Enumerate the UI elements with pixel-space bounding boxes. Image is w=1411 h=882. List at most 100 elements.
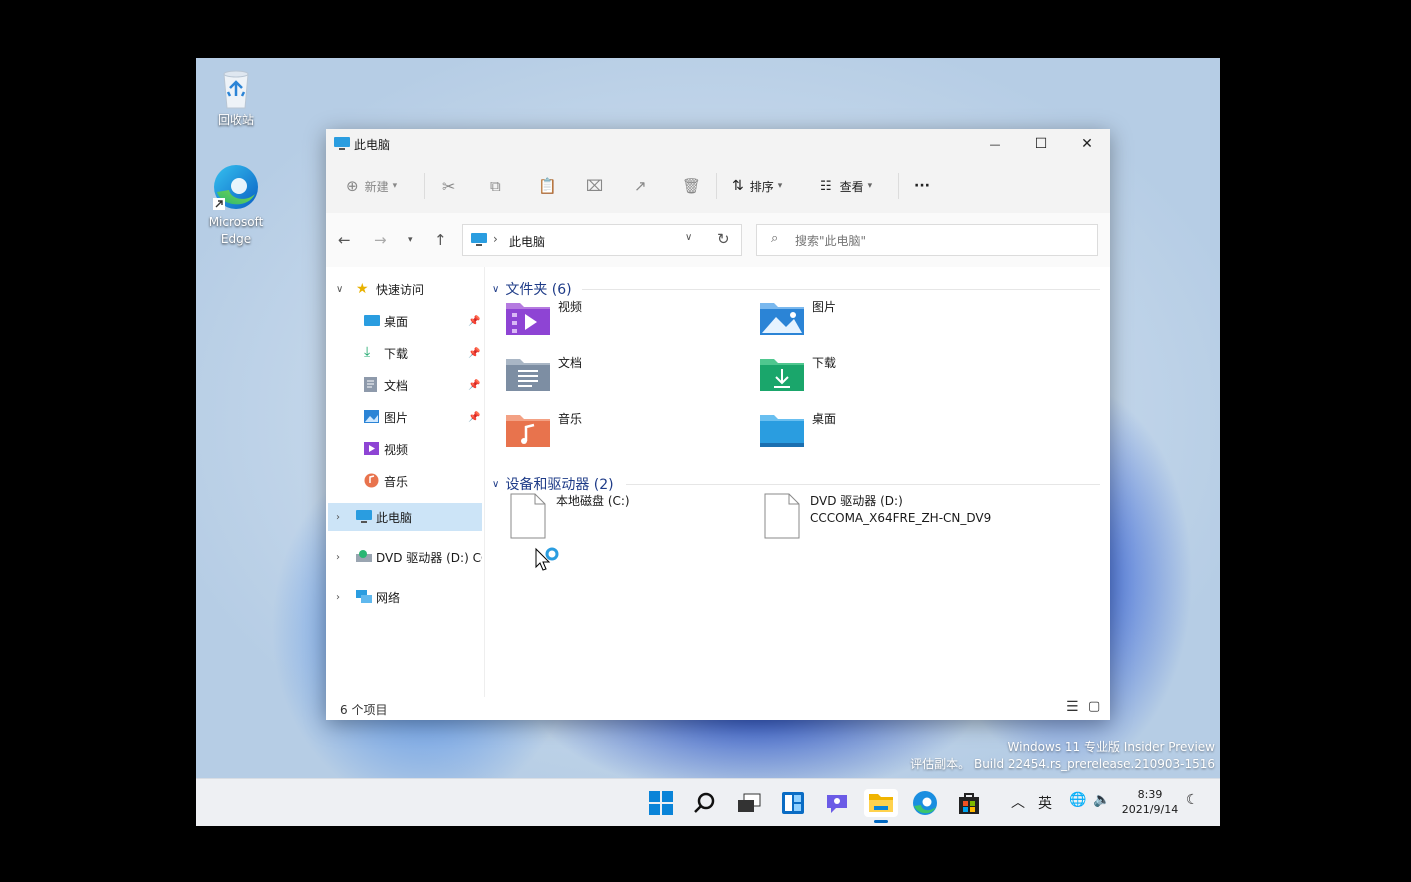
store-icon: [959, 793, 979, 814]
rename-button[interactable]: ⌧: [586, 173, 603, 199]
sidebar-item-documents[interactable]: 文档 📌: [326, 371, 484, 399]
folder-item-pictures[interactable]: 图片: [760, 299, 836, 335]
chevron-down-icon[interactable]: ∨: [336, 284, 343, 295]
input-method-indicator[interactable]: 英: [1038, 793, 1052, 813]
recent-locations-button[interactable]: ▾: [408, 235, 413, 245]
focus-assist-moon-icon[interactable]: ☾: [1186, 792, 1199, 808]
arrow-up-icon: ↑: [434, 231, 447, 249]
active-app-indicator: [874, 820, 888, 823]
share-button[interactable]: ↗: [634, 173, 647, 199]
view-button[interactable]: ☷ 查看 ▾: [820, 173, 872, 199]
start-button[interactable]: [647, 789, 675, 817]
address-bar[interactable]: › 此电脑 ∨ ↻: [462, 224, 742, 256]
maximize-button[interactable]: ☐: [1018, 129, 1064, 159]
details-view-icon[interactable]: ☰: [1066, 699, 1079, 715]
pin-icon[interactable]: 📌: [468, 348, 480, 359]
folder-item-music[interactable]: 音乐: [506, 411, 582, 447]
up-button[interactable]: ↑: [434, 231, 447, 249]
folder-label: 文档: [558, 356, 583, 370]
forward-button[interactable]: →: [374, 231, 387, 249]
desktop: 回收站 Microsoft Edge 此电脑 — ☐ ✕ ⊕ 新建 ▾ ✂ ⧉ …: [196, 58, 1220, 826]
file-explorer-taskbar-button[interactable]: [864, 789, 898, 823]
sidebar-item-this-pc[interactable]: › 此电脑: [328, 503, 482, 531]
minimize-icon: —: [989, 137, 1001, 151]
breadcrumb-this-pc[interactable]: 此电脑: [509, 233, 545, 250]
folder-item-videos[interactable]: 视频: [506, 299, 582, 335]
search-taskbar-button[interactable]: [691, 789, 719, 817]
sort-button[interactable]: ⇅ 排序 ▾: [732, 173, 782, 199]
volume-icon[interactable]: 🔈: [1093, 792, 1110, 808]
drive-item-local-disk-c[interactable]: 本地磁盘 (C:): [510, 493, 630, 539]
delete-button[interactable]: 🗑: [682, 173, 701, 199]
title-bar[interactable]: 此电脑 — ☐ ✕: [326, 129, 1110, 159]
toolbar-divider: [424, 173, 425, 199]
task-view-button[interactable]: [735, 789, 763, 817]
search-input[interactable]: [793, 230, 1087, 252]
folder-item-downloads[interactable]: 下载: [760, 355, 836, 391]
rename-icon: ⌧: [586, 177, 604, 195]
edge-taskbar-button[interactable]: [911, 789, 939, 817]
chevron-down-icon: ∨: [492, 478, 500, 490]
address-dropdown-icon[interactable]: ∨: [685, 232, 692, 243]
sidebar-item-desktop[interactable]: 桌面 📌: [326, 307, 484, 335]
folder-label: 音乐: [558, 412, 583, 426]
video-icon: [364, 442, 380, 456]
back-button[interactable]: ←: [338, 231, 351, 249]
chevron-right-icon[interactable]: ›: [336, 552, 340, 563]
folder-item-desktop[interactable]: 桌面: [760, 411, 836, 447]
folder-item-documents[interactable]: 文档: [506, 355, 582, 391]
watermark-line2: 评估副本。 Build 22454.rs_prerelease.210903-1…: [910, 757, 1215, 771]
recycle-bin-icon: [216, 68, 256, 110]
sidebar-item-network[interactable]: › 网络: [326, 583, 484, 611]
sidebar-item-dvd-drive[interactable]: › DVD 驱动器 (D:) CC: [326, 543, 484, 571]
network-globe-icon[interactable]: 🌐: [1069, 792, 1086, 808]
copy-button[interactable]: ⧉: [490, 173, 501, 199]
sidebar-item-quick-access[interactable]: ∨ ★ 快速访问: [326, 275, 484, 303]
pin-icon[interactable]: 📌: [468, 412, 480, 423]
chat-icon: [827, 795, 847, 813]
pin-icon[interactable]: 📌: [468, 380, 480, 391]
sidebar-item-label: 快速访问: [376, 282, 425, 297]
view-label: 查看: [839, 179, 864, 194]
minimize-button[interactable]: —: [972, 129, 1018, 159]
paste-button[interactable]: 📋: [538, 173, 557, 199]
widgets-button[interactable]: [779, 789, 807, 817]
music-folder-icon: [506, 415, 550, 447]
folders-section-toggle[interactable]: ∨ 文件夹 (6): [492, 279, 572, 299]
arrow-right-icon: →: [374, 231, 387, 249]
share-icon: ↗: [634, 177, 647, 195]
drive-item-dvd-d[interactable]: DVD 驱动器 (D:) CCCOMA_X64FRE_ZH-CN_DV9: [764, 493, 991, 539]
more-options-button[interactable]: ···: [914, 173, 930, 199]
chevron-right-icon[interactable]: ›: [336, 512, 340, 523]
sidebar-item-label: 图片: [384, 410, 409, 425]
chevron-right-icon[interactable]: ›: [336, 592, 340, 603]
network-icon: [356, 590, 372, 604]
sidebar-item-music[interactable]: 音乐: [326, 467, 484, 495]
edge-icon: [913, 791, 937, 815]
chat-button[interactable]: [823, 789, 851, 817]
cut-button[interactable]: ✂: [442, 173, 455, 199]
item-count: 6 个项目: [340, 703, 388, 717]
sidebar-item-label: 音乐: [384, 474, 409, 489]
sidebar-item-label: 文档: [384, 378, 409, 393]
busy-cursor-icon: [534, 547, 560, 576]
folder-label: 视频: [558, 300, 583, 314]
drives-section-toggle[interactable]: ∨ 设备和驱动器 (2): [492, 474, 614, 494]
clock[interactable]: 8:39 2021/9/14: [1120, 787, 1180, 817]
sidebar-item-downloads[interactable]: ⤓ 下载 📌: [326, 339, 484, 367]
pin-icon[interactable]: 📌: [468, 316, 480, 327]
desktop-icon-edge[interactable]: Microsoft Edge: [196, 162, 276, 248]
search-box[interactable]: ⌕: [756, 224, 1098, 256]
new-button[interactable]: ⊕ 新建 ▾: [346, 173, 397, 199]
sidebar-item-pictures[interactable]: 图片 📌: [326, 403, 484, 431]
chevron-down-icon: ▾: [867, 181, 873, 191]
desktop-icon-label: 回收站: [217, 113, 254, 127]
sidebar-item-videos[interactable]: 视频: [326, 435, 484, 463]
refresh-icon[interactable]: ↻: [717, 230, 730, 248]
close-button[interactable]: ✕: [1064, 129, 1110, 159]
store-taskbar-button[interactable]: [955, 789, 983, 817]
large-icons-view-icon[interactable]: ▢: [1088, 699, 1100, 714]
sidebar-item-label: 网络: [376, 590, 401, 605]
show-hidden-icons-icon[interactable]: ︿: [1011, 792, 1025, 812]
desktop-icon-recycle-bin[interactable]: 回收站: [196, 68, 276, 129]
